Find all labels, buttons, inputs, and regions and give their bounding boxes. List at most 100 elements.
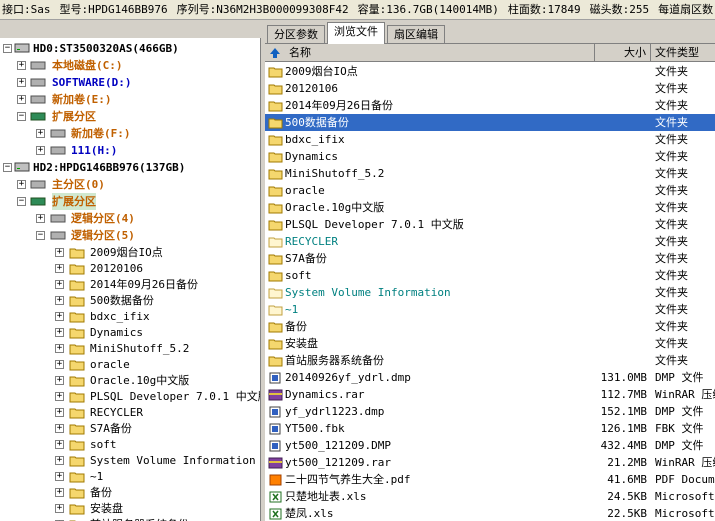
file-list-row[interactable]: Dynamics.rar 112.7MB WinRAR 压缩 (265, 386, 715, 403)
file-list-row[interactable]: yt500_121209.rar 21.2MB WinRAR 压缩 (265, 454, 715, 471)
folder-icon (69, 472, 85, 483)
list-header: 名称 大小 文件类型 (265, 44, 715, 62)
hard-disk-icon (14, 162, 30, 172)
file-list[interactable]: 名称 大小 文件类型 2009烟台IO点 文件夹 20120106 文件夹 2014年0… (265, 43, 715, 521)
file-name: 只楚地址表.xls (285, 490, 367, 503)
file-list-row[interactable]: PLSQL Developer 7.0.1 中文版 文件夹 (265, 216, 715, 233)
extended-partition-icon (30, 112, 46, 121)
folder-icon (69, 440, 85, 451)
interface-label: 接口:Sas (2, 3, 51, 16)
file-type: Microsoft (655, 507, 715, 520)
file-list-row[interactable]: 安装盘 文件夹 (265, 335, 715, 352)
file-list-row[interactable]: 20140926yf_ydrl.dmp 131.0MB DMP 文件 (265, 369, 715, 386)
tree-folder-label: 500数据备份 (90, 294, 154, 307)
file-list-row[interactable]: 楚凤.xls 22.5KB Microsoft (265, 505, 715, 521)
type-column-header[interactable]: 文件类型 (651, 44, 715, 62)
file-list-row[interactable]: soft 文件夹 (265, 267, 715, 284)
file-list-row[interactable]: Oracle.10g中文版 文件夹 (265, 199, 715, 216)
serial-label: 序列号:N36M2H3B000099308F42 (176, 3, 349, 16)
file-list-row[interactable]: oracle 文件夹 (265, 182, 715, 199)
excel-icon (269, 491, 282, 503)
tree-folder-label: RECYCLER (90, 406, 143, 419)
file-list-row[interactable]: 首站服务器系统备份 文件夹 (265, 352, 715, 369)
tree-folder-label: bdxc_ifix (90, 310, 150, 323)
extended-partition-icon (30, 197, 46, 206)
folder-icon (268, 84, 283, 95)
file-name: 20140926yf_ydrl.dmp (285, 371, 411, 384)
tree-folder-label: soft (90, 438, 117, 451)
file-name: yt500_121209.DMP (285, 439, 391, 452)
file-list-row[interactable]: Dynamics 文件夹 (265, 148, 715, 165)
name-column-header[interactable]: 名称 (265, 44, 595, 62)
tab-partition-params[interactable]: 分区参数 (267, 25, 325, 44)
size-column-header[interactable]: 大小 (595, 44, 651, 62)
file-name: Dynamics (285, 150, 338, 163)
file-list-row[interactable]: MiniShutoff_5.2 文件夹 (265, 165, 715, 182)
folder-icon (268, 356, 283, 367)
tree-folder-label: PLSQL Developer 7.0.1 中文版 (90, 390, 261, 403)
tree-folder-label: 20120106 (90, 262, 143, 275)
capacity-label: 容量:136.7GB(140014MB) (357, 3, 499, 16)
file-list-row[interactable]: 2009烟台IO点 文件夹 (265, 63, 715, 80)
file-list-row[interactable]: 二十四节气养生大全.pdf 41.6MB PDF Docume (265, 471, 715, 488)
file-name: MiniShutoff_5.2 (285, 167, 385, 180)
file-type: 文件夹 (655, 167, 688, 180)
tree-folder-label: 2009烟台IO点 (90, 246, 163, 259)
file-icon (269, 406, 281, 418)
tree-folder-label: Dynamics (90, 326, 143, 339)
file-size: 21.2MB (607, 456, 647, 469)
hard-disk-icon (14, 43, 30, 53)
file-type: PDF Docume (655, 473, 715, 486)
file-type: WinRAR 压缩 (655, 388, 715, 401)
folder-icon (268, 186, 283, 197)
file-size: 131.0MB (600, 371, 647, 384)
file-name: Dynamics.rar (285, 388, 365, 401)
file-list-row[interactable]: YT500.fbk 126.1MB FBK 文件 (265, 420, 715, 437)
folder-icon (69, 264, 85, 275)
file-name: 安装盘 (285, 337, 318, 350)
file-type: FBK 文件 (655, 422, 704, 435)
file-size: 24.5KB (607, 490, 647, 503)
file-type: 文件夹 (655, 218, 688, 231)
file-list-row[interactable]: S7A备份 文件夹 (265, 250, 715, 267)
file-list-row[interactable]: ~1 文件夹 (265, 301, 715, 318)
file-type: 文件夹 (655, 133, 688, 146)
partition-icon (30, 95, 46, 104)
file-list-row[interactable]: System Volume Information 文件夹 (265, 284, 715, 301)
pdf-icon (269, 474, 282, 486)
folder-icon (69, 456, 85, 467)
partition-icon (50, 231, 66, 240)
tab-browse-files[interactable]: 浏览文件 (327, 22, 385, 44)
file-list-row[interactable]: yt500_121209.DMP 432.4MB DMP 文件 (265, 437, 715, 454)
file-type: 文件夹 (655, 99, 688, 112)
partition-icon (30, 180, 46, 189)
file-list-row[interactable]: 只楚地址表.xls 24.5KB Microsoft (265, 488, 715, 505)
file-list-row[interactable]: 2014年09月26日备份 文件夹 (265, 97, 715, 114)
file-list-row[interactable]: RECYCLER 文件夹 (265, 233, 715, 250)
file-list-row[interactable]: 20120106 文件夹 (265, 80, 715, 97)
file-size: 432.4MB (600, 439, 647, 452)
folder-icon (69, 328, 85, 339)
file-name: 首站服务器系统备份 (285, 354, 384, 367)
file-type: 文件夹 (655, 286, 688, 299)
folder-icon (268, 339, 283, 350)
folder-icon (268, 220, 283, 231)
file-type: 文件夹 (655, 354, 688, 367)
disk-tree-panel[interactable]: − HD0:ST3500320AS(466GB) + 本地磁盘(C:) + SO… (0, 38, 261, 521)
tab-bar: 分区参数 浏览文件 扇区编辑 (265, 22, 715, 44)
file-list-row[interactable]: 500数据备份 文件夹 (265, 114, 715, 131)
tab-sector-edit[interactable]: 扇区编辑 (387, 25, 445, 44)
file-size: 41.6MB (607, 473, 647, 486)
up-folder-icon[interactable] (269, 47, 281, 59)
file-size: 112.7MB (600, 388, 647, 401)
file-name: 二十四节气养生大全.pdf (285, 473, 411, 486)
file-list-row[interactable]: yf_ydrl1223.dmp 152.1MB DMP 文件 (265, 403, 715, 420)
file-name: 2014年09月26日备份 (285, 99, 393, 112)
file-list-row[interactable]: bdxc_ifix 文件夹 (265, 131, 715, 148)
file-type: DMP 文件 (655, 405, 704, 418)
folder-icon (268, 305, 283, 316)
folder-icon (268, 271, 283, 282)
file-list-row[interactable]: 备份 文件夹 (265, 318, 715, 335)
file-type: 文件夹 (655, 252, 688, 265)
folder-icon (69, 344, 85, 355)
